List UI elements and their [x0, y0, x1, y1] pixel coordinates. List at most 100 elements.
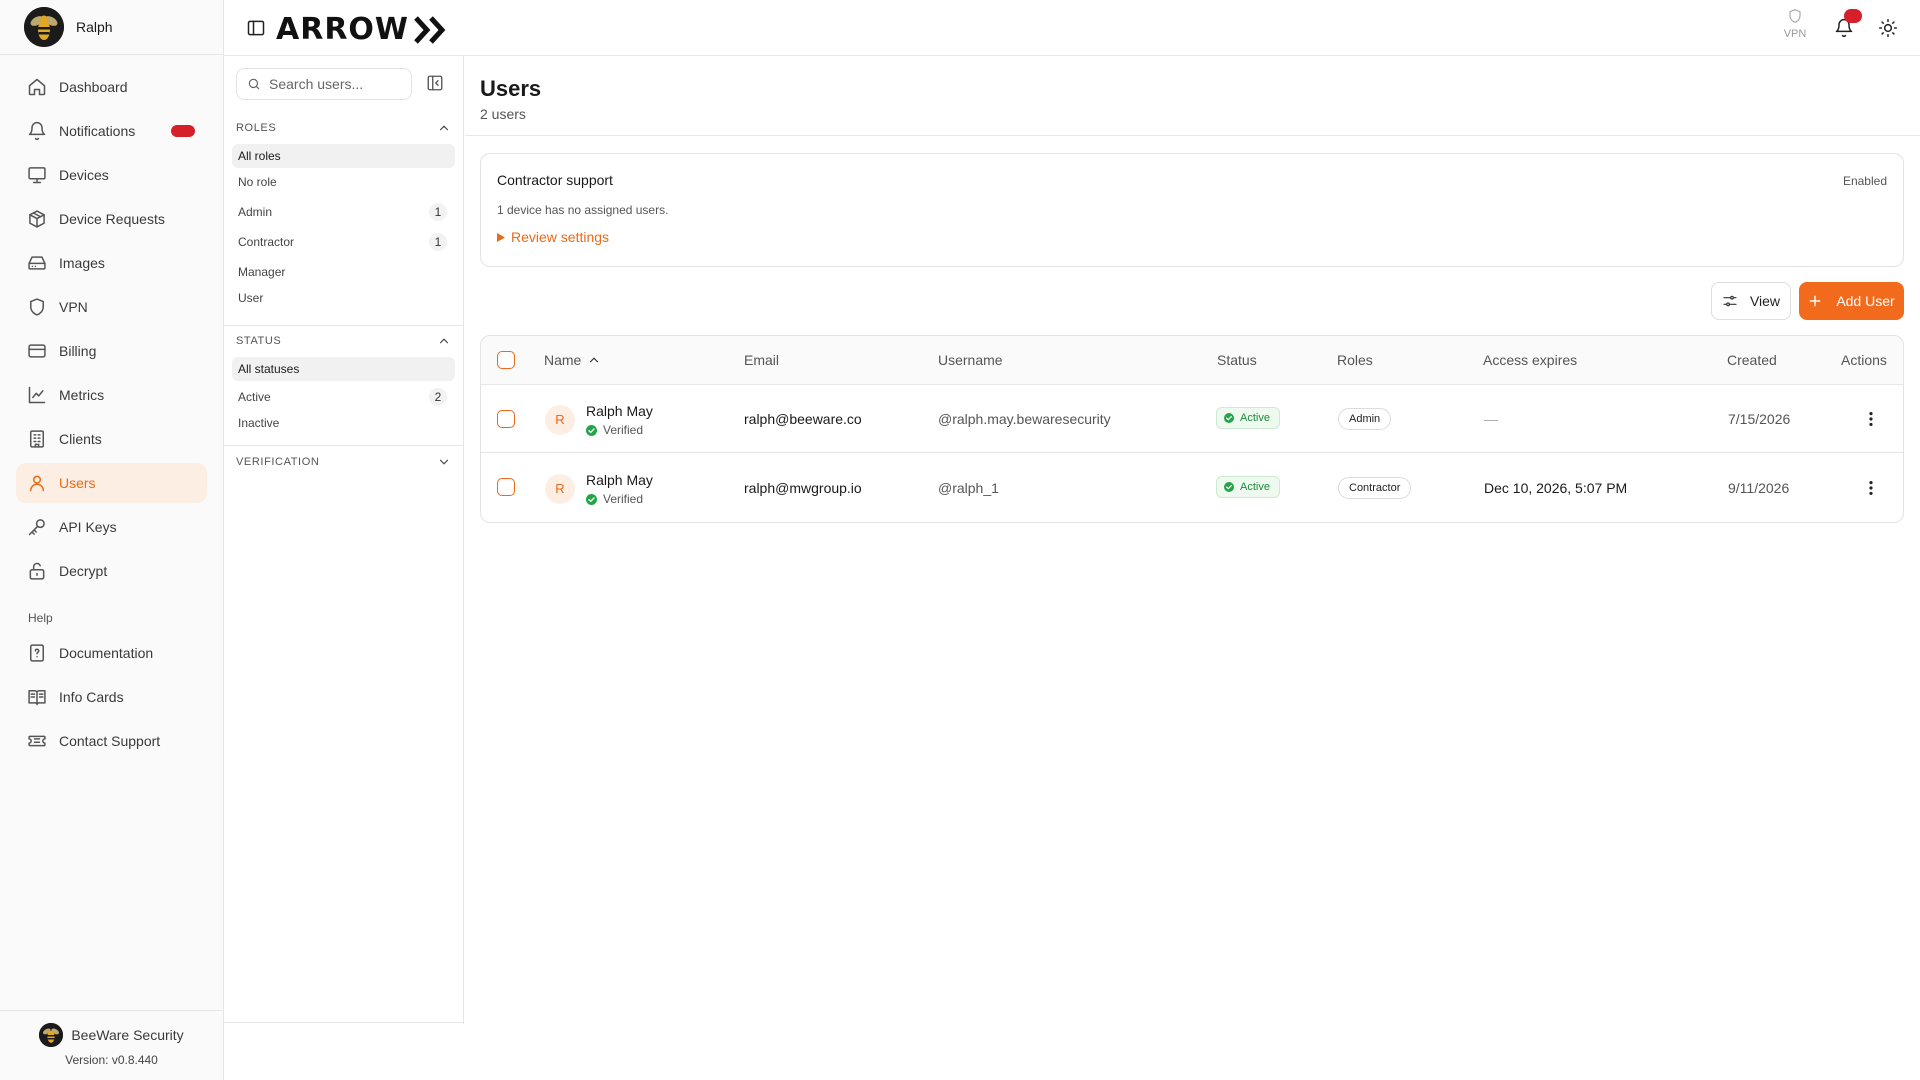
help-heading: Help [28, 611, 53, 625]
home-icon [28, 78, 46, 96]
user-name[interactable]: Ralph May [586, 472, 653, 488]
nav-item-dashboard[interactable]: Dashboard [16, 67, 207, 107]
review-settings-link[interactable]: Review settings [497, 229, 609, 245]
status-option-inactive[interactable]: Inactive [232, 411, 455, 435]
book-icon [28, 690, 46, 706]
access-expires: Dec 10, 2026, 5:07 PM [1484, 480, 1628, 496]
nav-item-documentation[interactable]: Documentation [16, 633, 207, 673]
option-label: Manager [238, 265, 286, 279]
roles-heading: ROLES [236, 122, 277, 134]
option-label: Contractor [238, 235, 295, 249]
table-row[interactable]: R Ralph May Verified ralph@beeware.co @r… [481, 385, 1903, 453]
notice-status: Enabled [1842, 174, 1887, 188]
org-switcher[interactable]: Ralph [0, 0, 223, 55]
user-email: ralph@beeware.co [744, 411, 862, 427]
column-header-name[interactable]: Name [544, 352, 601, 368]
status-heading: STATUS [236, 335, 282, 347]
nav-item-label: VPN [59, 299, 88, 315]
users-table: Name Email Username Status Roles Access … [480, 335, 1904, 523]
sort-ascending-icon [590, 357, 599, 363]
status-option-all[interactable]: All statuses [232, 357, 455, 381]
row-checkbox[interactable] [497, 478, 515, 496]
option-count: 2 [429, 388, 447, 406]
check-circle-icon [586, 493, 597, 505]
table-row[interactable]: R Ralph May Verified ralph@mwgroup.io @r… [481, 454, 1903, 522]
nav-item-billing[interactable]: Billing [16, 331, 207, 371]
sidebar-footer: BeeWare Security Version: v0.8.440 [0, 1010, 223, 1080]
search-box[interactable] [236, 68, 412, 100]
section-divider [224, 325, 463, 326]
column-header-created[interactable]: Created [1727, 352, 1777, 368]
review-settings-label: Review settings [511, 229, 610, 245]
nav-item-metrics[interactable]: Metrics [16, 375, 207, 415]
nav-item-label: Documentation [59, 645, 154, 661]
option-label: No role [238, 175, 277, 189]
collapse-panel-icon[interactable] [426, 74, 444, 92]
verification-section-header[interactable]: VERIFICATION [224, 448, 463, 476]
bee-logo-icon [24, 7, 64, 47]
row-checkbox[interactable] [497, 410, 515, 428]
building-icon [30, 430, 44, 448]
double-chevron-logo-icon [414, 15, 446, 44]
nav-item-decrypt[interactable]: Decrypt [16, 551, 207, 591]
shield-icon [1789, 9, 1801, 23]
app-logo[interactable]: ARROW [276, 12, 453, 47]
column-header-username[interactable]: Username [938, 352, 1003, 368]
nav-item-label: Billing [59, 343, 97, 359]
nav-item-info-cards[interactable]: Info Cards [16, 677, 207, 717]
vpn-status-indicator[interactable]: VPN [1780, 8, 1810, 40]
column-header-email[interactable]: Email [744, 352, 779, 368]
nav-item-devices[interactable]: Devices [16, 155, 207, 195]
role-option-admin[interactable]: Admin 1 [232, 200, 455, 224]
role-option-none[interactable]: No role [232, 170, 455, 194]
top-header: ARROW VPN [224, 0, 1920, 56]
help-file-icon [30, 644, 44, 662]
verification-filter-section: VERIFICATION [224, 448, 463, 476]
sidebar-toggle-icon[interactable] [246, 18, 266, 38]
sun-icon[interactable] [1878, 18, 1898, 38]
nav-item-contact-support[interactable]: Contact Support [16, 721, 207, 761]
check-circle-icon [1224, 482, 1234, 492]
user-name[interactable]: Ralph May [586, 403, 653, 419]
add-user-button[interactable]: Add User [1799, 282, 1904, 320]
nav-item-vpn[interactable]: VPN [16, 287, 207, 327]
status-option-active[interactable]: Active 2 [232, 385, 455, 409]
roles-section-header[interactable]: ROLES [224, 114, 463, 142]
nav-item-users[interactable]: Users [16, 463, 207, 503]
footer-org-name: BeeWare Security [71, 1027, 184, 1043]
bee-logo-icon [39, 1023, 64, 1047]
role-option-user[interactable]: User [232, 286, 455, 310]
notice-description: 1 device has no assigned users. [497, 203, 669, 217]
nav-item-label: Metrics [59, 387, 105, 403]
check-circle-icon [1224, 413, 1234, 423]
select-all-checkbox[interactable] [497, 351, 515, 369]
vpn-label: VPN [1783, 28, 1807, 40]
notification-dot [1844, 9, 1862, 23]
more-vertical-icon[interactable] [1861, 478, 1881, 498]
role-option-manager[interactable]: Manager [232, 260, 455, 284]
column-header-status[interactable]: Status [1217, 352, 1257, 368]
roles-filter-section: ROLES All roles No role Admin 1 Contracto… [224, 114, 463, 312]
role-option-all[interactable]: All roles [232, 144, 455, 168]
nav-item-label: API Keys [59, 519, 117, 535]
role-option-contractor[interactable]: Contractor 1 [232, 230, 455, 254]
chevron-up-icon [439, 125, 449, 131]
section-divider [224, 445, 463, 446]
access-expires: — [1484, 411, 1498, 427]
more-vertical-icon[interactable] [1861, 409, 1881, 429]
user-filter-panel: ROLES All roles No role Admin 1 Contracto… [224, 56, 464, 1024]
nav-item-notifications[interactable]: Notifications [16, 111, 207, 151]
nav-item-label: Users [59, 475, 96, 491]
nav-item-label: Decrypt [59, 563, 108, 579]
nav-item-device-requests[interactable]: Device Requests [16, 199, 207, 239]
view-options-button[interactable]: View [1711, 282, 1791, 320]
search-users-input[interactable] [269, 76, 399, 92]
nav-item-api-keys[interactable]: API Keys [16, 507, 207, 547]
nav-item-images[interactable]: Images [16, 243, 207, 283]
column-header-roles[interactable]: Roles [1337, 352, 1373, 368]
column-header-access-expires[interactable]: Access expires [1483, 352, 1577, 368]
monitor-icon [28, 167, 46, 184]
option-count: 1 [429, 233, 447, 251]
nav-item-clients[interactable]: Clients [16, 419, 207, 459]
status-section-header[interactable]: STATUS [224, 327, 463, 355]
